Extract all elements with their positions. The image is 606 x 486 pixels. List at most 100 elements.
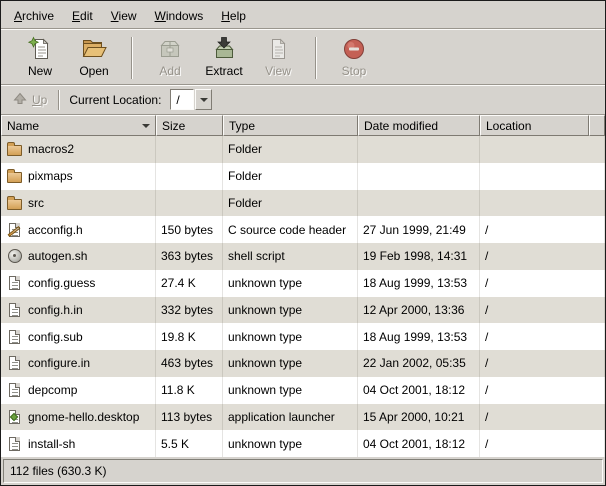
text-file-icon (4, 377, 25, 404)
file-date: 15 Apr 2000, 10:21 (358, 404, 480, 431)
text-file-icon (4, 430, 25, 457)
file-date: 27 Jun 1999, 21:49 (358, 216, 480, 243)
column-header-name[interactable]: Name (1, 115, 156, 136)
table-row[interactable]: gnome-hello.desktop 113 bytes applicatio… (1, 404, 605, 431)
file-location: / (480, 377, 605, 404)
file-list: Name Size Type Date modified Location ma… (1, 114, 605, 457)
file-type: Folder (223, 163, 358, 190)
file-date (358, 190, 480, 217)
source-file-icon (4, 216, 25, 243)
menu-edit[interactable]: Edit (63, 5, 102, 27)
text-file-icon (4, 297, 25, 324)
file-size (156, 190, 223, 217)
file-date: 12 Apr 2000, 13:36 (358, 297, 480, 324)
open-button[interactable]: Open (67, 34, 121, 78)
table-row[interactable]: macros2 Folder (1, 136, 605, 163)
menu-windows[interactable]: Windows (146, 5, 213, 27)
table-row[interactable]: autogen.sh 363 bytes shell script 19 Feb… (1, 243, 605, 270)
menu-archive[interactable]: Archive (5, 5, 63, 27)
column-header-size[interactable]: Size (156, 115, 223, 136)
table-row[interactable]: config.h.in 332 bytes unknown type 12 Ap… (1, 297, 605, 324)
menu-view[interactable]: View (102, 5, 146, 27)
status-bar: 112 files (630.3 K) (3, 459, 603, 483)
file-date: 04 Oct 2001, 18:12 (358, 377, 480, 404)
table-row[interactable]: config.guess 27.4 K unknown type 18 Aug … (1, 270, 605, 297)
open-button-label: Open (79, 64, 108, 78)
file-size: 5.5 K (156, 430, 223, 457)
file-location: / (480, 350, 605, 377)
file-name: configure.in (28, 356, 90, 370)
file-size (156, 136, 223, 163)
script-file-icon (4, 243, 25, 270)
file-name: acconfig.h (28, 223, 83, 237)
sort-arrow-icon (142, 124, 150, 128)
location-combo-value[interactable]: / (170, 89, 194, 110)
add-button[interactable]: Add (143, 34, 197, 78)
text-file-icon (4, 323, 25, 350)
file-location (480, 136, 605, 163)
open-folder-icon (81, 35, 107, 63)
table-row[interactable]: pixmaps Folder (1, 163, 605, 190)
location-bar: Up Current Location: / (1, 84, 605, 114)
file-type: Folder (223, 190, 358, 217)
file-location (480, 163, 605, 190)
file-size: 113 bytes (156, 404, 223, 431)
table-row[interactable]: src Folder (1, 190, 605, 217)
extract-package-icon (211, 35, 237, 63)
table-row[interactable]: configure.in 463 bytes unknown type 22 J… (1, 350, 605, 377)
table-row[interactable]: install-sh 5.5 K unknown type 04 Oct 200… (1, 430, 605, 457)
file-size: 19.8 K (156, 323, 223, 350)
menu-help[interactable]: Help (212, 5, 255, 27)
status-text: 112 files (630.3 K) (10, 464, 107, 478)
file-date: 18 Aug 1999, 13:53 (358, 270, 480, 297)
table-row[interactable]: acconfig.h 150 bytes C source code heade… (1, 216, 605, 243)
file-size: 463 bytes (156, 350, 223, 377)
file-size: 27.4 K (156, 270, 223, 297)
file-type: unknown type (223, 297, 358, 324)
extract-button[interactable]: Extract (197, 34, 251, 78)
table-row[interactable]: depcomp 11.8 K unknown type 04 Oct 2001,… (1, 377, 605, 404)
file-name: config.guess (28, 276, 95, 290)
add-button-label: Add (159, 64, 180, 78)
folder-icon (4, 163, 25, 190)
file-location (480, 190, 605, 217)
file-size (156, 163, 223, 190)
file-date: 18 Aug 1999, 13:53 (358, 323, 480, 350)
file-type: unknown type (223, 350, 358, 377)
text-file-icon (4, 270, 25, 297)
column-header-date-modified[interactable]: Date modified (358, 115, 480, 136)
stop-icon (341, 35, 367, 63)
file-name: pixmaps (28, 169, 73, 183)
file-type: application launcher (223, 404, 358, 431)
chevron-down-icon[interactable] (195, 89, 212, 110)
up-button-label: Up (32, 93, 47, 107)
table-rows: macros2 Folder pixmaps Folder src Folder (1, 136, 605, 457)
file-name: depcomp (28, 383, 77, 397)
file-name: install-sh (28, 437, 75, 451)
stop-button-label: Stop (342, 64, 367, 78)
file-type: unknown type (223, 323, 358, 350)
view-file-icon (265, 35, 291, 63)
launcher-file-icon (4, 404, 25, 431)
file-type: unknown type (223, 430, 358, 457)
column-header-location[interactable]: Location (480, 115, 589, 136)
view-button[interactable]: View (251, 34, 305, 78)
table-header: Name Size Type Date modified Location (1, 115, 605, 136)
new-archive-icon (27, 35, 53, 63)
location-bar-separator (58, 90, 60, 110)
archive-manager-window: Archive Edit View Windows Help New (0, 0, 606, 486)
stop-button[interactable]: Stop (327, 34, 381, 78)
file-size: 363 bytes (156, 243, 223, 270)
file-date (358, 163, 480, 190)
file-type: unknown type (223, 377, 358, 404)
toolbar-separator (315, 37, 317, 79)
location-combo[interactable]: / (170, 89, 212, 110)
file-name: autogen.sh (28, 249, 87, 263)
file-type: unknown type (223, 270, 358, 297)
file-location: / (480, 216, 605, 243)
file-name: gnome-hello.desktop (28, 410, 139, 424)
table-row[interactable]: config.sub 19.8 K unknown type 18 Aug 19… (1, 323, 605, 350)
new-button[interactable]: New (13, 34, 67, 78)
column-header-type[interactable]: Type (223, 115, 358, 136)
up-button[interactable]: Up (9, 90, 56, 110)
